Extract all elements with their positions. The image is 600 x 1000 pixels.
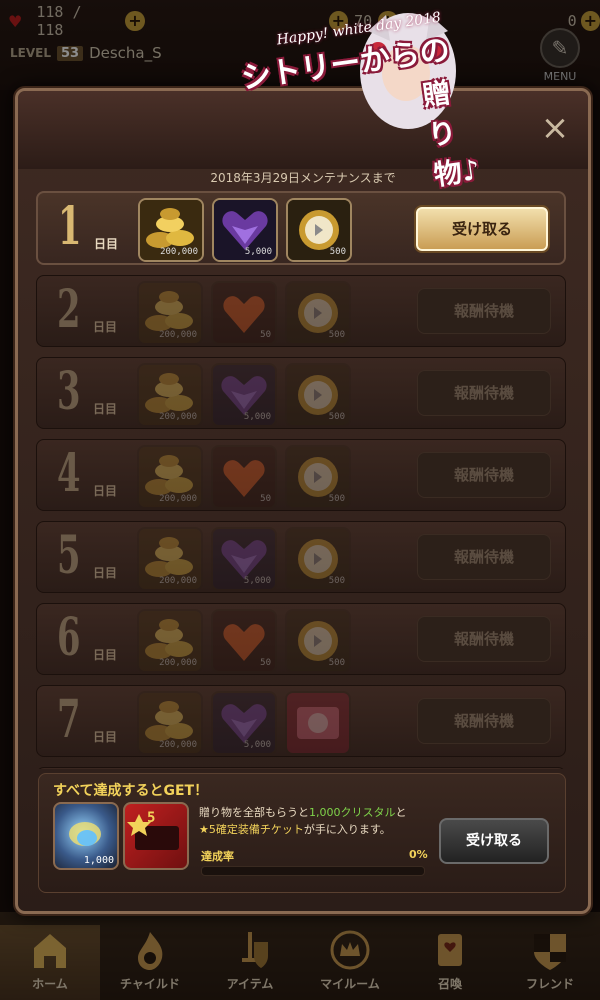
day-number: 4 bbox=[57, 443, 81, 504]
gold-coin-token-icon[interactable]: 500 bbox=[285, 281, 351, 345]
reward-items: 200,000 5,000 500 bbox=[137, 363, 351, 427]
red-heart-icon[interactable]: 50 bbox=[211, 281, 277, 345]
gold-coins-icon[interactable]: 200,000 bbox=[137, 281, 203, 345]
white-day-gift-modal: × Happy! white day 2018 シトリーからの 贈り物♪ 201… bbox=[15, 10, 591, 914]
item-quantity: 200,000 bbox=[159, 576, 197, 586]
day-number: 2 bbox=[57, 279, 81, 340]
item-quantity: 500 bbox=[328, 494, 345, 504]
item-quantity: 5,000 bbox=[243, 412, 271, 422]
waiting-button: 報酬待機 bbox=[417, 698, 551, 744]
day-label: 日目 bbox=[93, 730, 118, 744]
reward-items: 200,000 50 500 bbox=[137, 609, 351, 673]
gold-coin-token-icon[interactable]: 500 bbox=[286, 198, 352, 262]
claim-all-button[interactable]: 受け取る bbox=[439, 818, 549, 864]
daily-reward-list: 1 日目 200,000 5,000 500 受け取る 2 日目 200,000 50 500 報酬待… bbox=[36, 191, 566, 769]
day-label: 日目 bbox=[93, 484, 118, 498]
gold-coins-icon[interactable]: 200,000 bbox=[137, 445, 203, 509]
event-banner: Happy! white day 2018 シトリーからの 贈り物♪ bbox=[128, 10, 482, 192]
progress-bar bbox=[201, 866, 425, 876]
star3-ticket-icon[interactable] bbox=[285, 691, 351, 755]
day-label: 日目 bbox=[93, 320, 118, 334]
waiting-button: 報酬待機 bbox=[417, 452, 551, 498]
reward-row-day-6: 6 日目 200,000 50 500 報酬待機 bbox=[36, 603, 566, 675]
reward-items: 200,000 50 500 bbox=[137, 445, 351, 509]
crystal-reward-qty: 1,000 bbox=[83, 855, 114, 866]
close-button[interactable]: × bbox=[540, 111, 570, 145]
event-period: 2018年3月29日メンテナンスまで bbox=[210, 171, 396, 185]
day-number: 7 bbox=[57, 689, 81, 750]
item-quantity: 500 bbox=[328, 412, 345, 422]
day-number: 3 bbox=[57, 361, 81, 422]
completion-description: 贈り物を全部もらうと1,000クリスタルと ★5確定装備チケットが手に入ります。 bbox=[199, 804, 459, 838]
reward-row-day-1: 1 日目 200,000 5,000 500 受け取る bbox=[36, 191, 566, 265]
completion-bonus-panel: すべて達成するとGET！ 1,000 5 贈り物を全部もらうと1,000クリスタ… bbox=[38, 773, 566, 893]
gold-coin-token-icon[interactable]: 500 bbox=[285, 363, 351, 427]
item-quantity: 50 bbox=[260, 330, 271, 340]
reward-items: 200,000 5,000 500 bbox=[137, 527, 351, 591]
reward-items: 200,000 50 500 bbox=[137, 281, 351, 345]
day-label: 日目 bbox=[93, 402, 118, 416]
item-quantity: 5,000 bbox=[243, 576, 271, 586]
item-quantity: 50 bbox=[260, 494, 271, 504]
gold-coin-token-icon[interactable]: 500 bbox=[285, 445, 351, 509]
desc-part1: 贈り物を全部もらうと bbox=[199, 806, 309, 819]
item-quantity: 200,000 bbox=[159, 330, 197, 340]
reward-row-day-3: 3 日目 200,000 5,000 500 報酬待機 bbox=[36, 357, 566, 429]
purple-crystal-heart-icon[interactable]: 5,000 bbox=[212, 198, 278, 262]
desc-ticket-highlight: ★5確定装備チケット bbox=[199, 823, 304, 836]
progress-label: 達成率 bbox=[201, 850, 234, 863]
reward-items: 200,000 5,000 500 bbox=[138, 198, 352, 262]
item-quantity: 200,000 bbox=[159, 658, 197, 668]
item-quantity: 500 bbox=[328, 576, 345, 586]
item-quantity: 500 bbox=[328, 658, 345, 668]
day-label: 日目 bbox=[93, 566, 118, 580]
desc-part3: が手に入ります。 bbox=[303, 823, 391, 836]
gold-coin-token-icon[interactable]: 500 bbox=[285, 527, 351, 591]
gold-coins-icon[interactable]: 200,000 bbox=[137, 691, 203, 755]
item-quantity: 50 bbox=[260, 658, 271, 668]
reward-row-day-2: 2 日目 200,000 50 500 報酬待機 bbox=[36, 275, 566, 347]
purple-crystal-heart-icon[interactable]: 5,000 bbox=[211, 363, 277, 427]
ticket-star-count: 5 bbox=[147, 810, 156, 826]
gold-coin-token-icon[interactable]: 500 bbox=[285, 609, 351, 673]
waiting-button: 報酬待機 bbox=[417, 370, 551, 416]
reward-row-day-4: 4 日目 200,000 50 500 報酬待機 bbox=[36, 439, 566, 511]
red-heart-icon[interactable]: 50 bbox=[211, 609, 277, 673]
item-quantity: 5,000 bbox=[243, 740, 271, 750]
item-quantity: 5,000 bbox=[244, 247, 272, 257]
waiting-button: 報酬待機 bbox=[417, 288, 551, 334]
desc-crystal-highlight: 1,000クリスタル bbox=[309, 806, 396, 819]
item-quantity: 500 bbox=[329, 247, 346, 257]
completion-title: すべて達成するとGET！ bbox=[53, 783, 209, 799]
purple-crystal-heart-icon[interactable]: 5,000 bbox=[211, 691, 277, 755]
gold-coins-icon[interactable]: 200,000 bbox=[138, 198, 204, 262]
item-quantity: 500 bbox=[328, 330, 345, 340]
reward-items: 200,000 5,000 bbox=[137, 691, 351, 755]
reward-row-day-5: 5 日目 200,000 5,000 500 報酬待機 bbox=[36, 521, 566, 593]
day-label: 日目 bbox=[93, 648, 118, 662]
reward-row-day-8: 8日目報酬待機 bbox=[36, 767, 566, 769]
progress-percent: 0% bbox=[409, 848, 428, 861]
item-quantity: 200,000 bbox=[159, 412, 197, 422]
gold-coins-icon[interactable]: 200,000 bbox=[137, 609, 203, 673]
day-number: 6 bbox=[57, 607, 81, 668]
gold-coins-icon[interactable]: 200,000 bbox=[137, 363, 203, 427]
waiting-button: 報酬待機 bbox=[417, 534, 551, 580]
desc-part2: と bbox=[395, 806, 407, 819]
purple-crystal-heart-icon[interactable]: 5,000 bbox=[211, 527, 277, 591]
waiting-button: 報酬待機 bbox=[417, 616, 551, 662]
item-quantity: 200,000 bbox=[159, 494, 197, 504]
reward-row-day-7: 7 日目 200,000 5,000 報酬待機 bbox=[36, 685, 566, 757]
star5-ticket-icon: 5 bbox=[123, 802, 189, 870]
day-number: 5 bbox=[57, 525, 81, 586]
close-icon: × bbox=[540, 108, 570, 148]
item-quantity: 200,000 bbox=[160, 247, 198, 257]
red-heart-icon[interactable]: 50 bbox=[211, 445, 277, 509]
crystal-reward-icon: 1,000 bbox=[53, 802, 119, 870]
gold-coins-icon[interactable]: 200,000 bbox=[137, 527, 203, 591]
claim-button[interactable]: 受け取る bbox=[414, 205, 550, 253]
day-label: 日目 bbox=[94, 237, 119, 251]
item-quantity: 200,000 bbox=[159, 740, 197, 750]
day-number: 1 bbox=[58, 196, 82, 257]
